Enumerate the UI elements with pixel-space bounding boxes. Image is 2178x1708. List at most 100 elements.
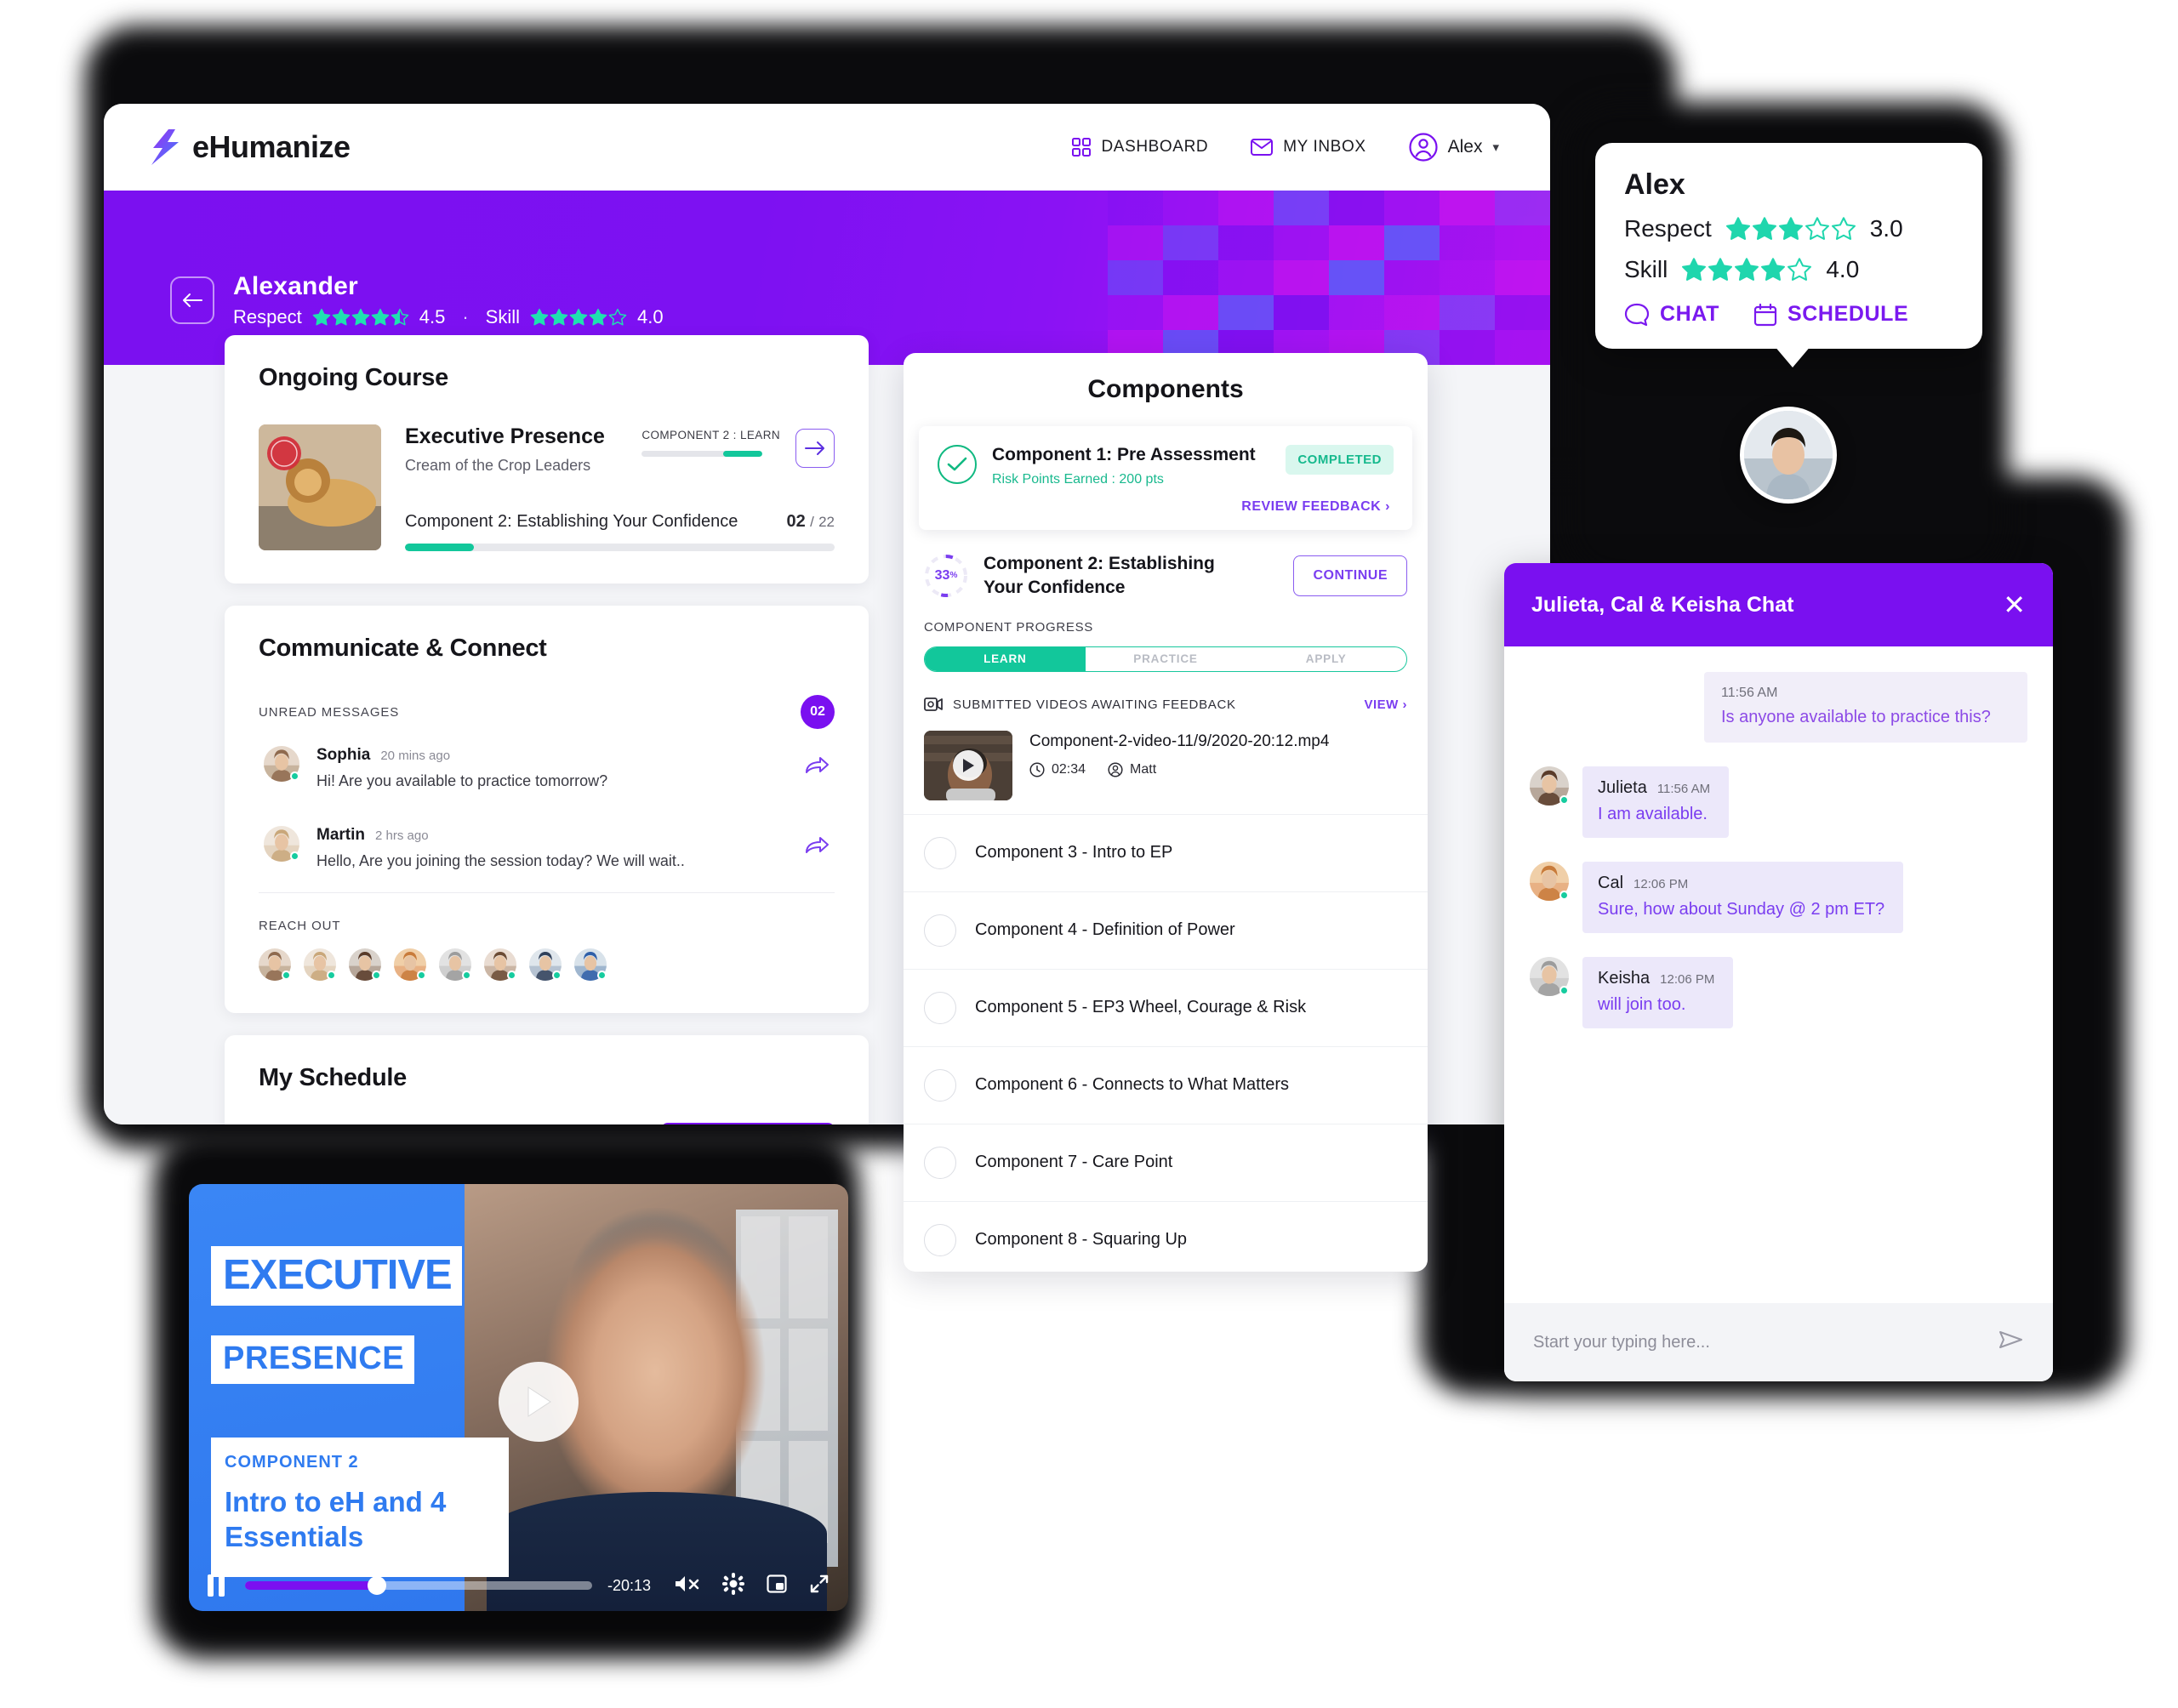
nav-dashboard-label: DASHBOARD: [1101, 138, 1209, 156]
component-list-item[interactable]: Component 6 - Connects to What Matters: [904, 1047, 1428, 1124]
segment-practice[interactable]: PRACTICE: [1086, 647, 1246, 671]
nav-my-inbox[interactable]: MY INBOX: [1251, 138, 1366, 157]
component-list-item[interactable]: Component 8 - Squaring Up: [904, 1202, 1428, 1272]
tooltip-respect-row: Respect 3.0: [1624, 215, 1953, 242]
star-filled-icon: [351, 308, 369, 326]
component-list-item[interactable]: Component 7 - Care Point: [904, 1124, 1428, 1202]
close-icon[interactable]: ✕: [2003, 591, 2026, 618]
view-videos-link[interactable]: VIEW ›: [1365, 697, 1408, 712]
avatar[interactable]: [1740, 407, 1837, 504]
seek-handle[interactable]: [368, 1576, 387, 1595]
time-remaining: -20:13: [607, 1576, 651, 1594]
message-text: Hello, Are you joining the session today…: [316, 852, 685, 869]
play-icon[interactable]: [953, 749, 984, 781]
component-status-circle[interactable]: [924, 914, 956, 947]
send-arrow-icon: [1999, 1330, 2022, 1348]
brand-logo[interactable]: eHumanize: [146, 128, 351, 167]
avatar[interactable]: [484, 948, 516, 981]
review-feedback-link[interactable]: REVIEW FEEDBACK ›: [992, 499, 1390, 515]
chat-window: Julieta, Cal & Keisha Chat ✕ 11:56 AM Is…: [1504, 563, 2053, 1381]
avatar[interactable]: [439, 948, 471, 981]
component-status-circle[interactable]: [924, 1146, 956, 1179]
chat-sender: Keisha: [1598, 969, 1651, 988]
star-filled-icon: [1735, 258, 1759, 281]
start-session-button[interactable]: START SESSION: [661, 1123, 835, 1124]
schedule-button[interactable]: SCHEDULE: [1753, 302, 1908, 327]
message-text: Is anyone available to practice this?: [1721, 708, 1991, 726]
send-icon[interactable]: [1998, 1329, 2024, 1357]
star-empty-icon: [1831, 217, 1856, 240]
chat-time: 12:06 PM: [1634, 877, 1689, 891]
component-status-circle[interactable]: [924, 1223, 956, 1256]
message-list-item[interactable]: Martin 2 hrs ago Hello, Are you joining …: [259, 809, 835, 889]
segment-apply[interactable]: APPLY: [1246, 647, 1406, 671]
avatar: [1530, 862, 1569, 901]
component-status-circle[interactable]: [924, 836, 956, 869]
submitted-video-item[interactable]: Component-2-video-11/9/2020-20:12.mp4 02…: [924, 730, 1407, 806]
settings-icon: [722, 1572, 744, 1595]
gear-icon[interactable]: [722, 1572, 744, 1599]
chat-message: Julieta 11:56 AM I am available.: [1530, 766, 2027, 838]
component-count-current: 02: [786, 512, 806, 531]
back-button[interactable]: [170, 276, 214, 324]
avatar: [264, 826, 299, 862]
message-list-item[interactable]: Sophia 20 mins ago Hi! Are you available…: [259, 729, 835, 809]
segment-learn[interactable]: LEARN: [925, 646, 1086, 671]
chat-bubble: Keisha 12:06 PM will join too.: [1582, 957, 1734, 1028]
components-scroll-area[interactable]: Component 1: Pre Assessment Risk Points …: [904, 426, 1428, 1272]
video-title-line2: PRESENCE: [223, 1341, 405, 1376]
component-count-sep: /: [810, 514, 814, 530]
avatar[interactable]: [529, 948, 562, 981]
user-menu[interactable]: Alex ▾: [1409, 133, 1499, 162]
volume-mute-icon[interactable]: [673, 1574, 700, 1598]
tooltip-skill-stars: [1681, 257, 1812, 282]
component-list-item[interactable]: Component 3 - Intro to EP: [904, 815, 1428, 892]
play-icon[interactable]: [498, 1362, 579, 1443]
video-frame: EXECUTIVE PRESENCE COMPONENT 2 Intro to …: [189, 1184, 848, 1611]
course-open-button[interactable]: [795, 429, 835, 468]
video-author: Matt: [1108, 762, 1156, 778]
chat-text: I am available.: [1598, 805, 1708, 823]
nav-dashboard[interactable]: DASHBOARD: [1072, 138, 1208, 157]
star-filled-icon: [589, 308, 607, 326]
avatar[interactable]: [304, 948, 336, 981]
chat-button[interactable]: CHAT: [1624, 302, 1719, 327]
online-indicator: [1559, 986, 1569, 995]
component-list-item-label: Component 3 - Intro to EP: [975, 843, 1173, 863]
video-title-line1: EXECUTIVE: [223, 1252, 453, 1298]
component-1-card[interactable]: Component 1: Pre Assessment Risk Points …: [919, 426, 1412, 530]
avatar[interactable]: [394, 948, 426, 981]
percent-sign: %: [949, 571, 958, 581]
forward-icon[interactable]: [804, 835, 830, 862]
pause-icon[interactable]: [208, 1574, 230, 1597]
component-list-item[interactable]: Component 4 - Definition of Power: [904, 892, 1428, 970]
divider: [259, 892, 835, 893]
forward-icon[interactable]: [804, 755, 830, 782]
fullscreen-icon[interactable]: [809, 1574, 830, 1598]
avatar[interactable]: [349, 948, 381, 981]
chat-text: will join too.: [1598, 995, 1686, 1014]
video-subtitle-box: COMPONENT 2 Intro to eH and 4 Essentials: [211, 1438, 509, 1577]
submitted-videos-header: SUBMITTED VIDEOS AWAITING FEEDBACK VIEW …: [924, 697, 1407, 712]
chat-sender: Julieta: [1598, 778, 1647, 797]
seek-bar[interactable]: [245, 1576, 592, 1595]
component-status-circle[interactable]: [924, 991, 956, 1024]
component-list-item[interactable]: Component 5 - EP3 Wheel, Courage & Risk: [904, 970, 1428, 1047]
chat-input[interactable]: [1533, 1332, 1998, 1352]
avatar: [1530, 766, 1569, 806]
tooltip-respect-value: 3.0: [1869, 215, 1903, 242]
tooltip-respect-stars: [1725, 216, 1856, 242]
picture-in-picture-icon[interactable]: [767, 1574, 787, 1598]
chat-messages: 11:56 AM Is anyone available to practice…: [1504, 646, 2053, 1303]
avatar[interactable]: [574, 948, 607, 981]
chat-time: 11:56 AM: [1656, 782, 1711, 796]
video-thumbnail[interactable]: [924, 730, 1012, 800]
component-status-circle[interactable]: [924, 1068, 956, 1102]
progress-percent: 33%: [924, 554, 968, 598]
avatar[interactable]: [259, 948, 291, 981]
star-filled-icon: [1708, 258, 1733, 281]
online-indicator: [290, 851, 299, 861]
continue-button[interactable]: CONTINUE: [1293, 555, 1407, 596]
chat-input-bar[interactable]: [1504, 1303, 2053, 1381]
components-header: Components: [904, 353, 1428, 423]
